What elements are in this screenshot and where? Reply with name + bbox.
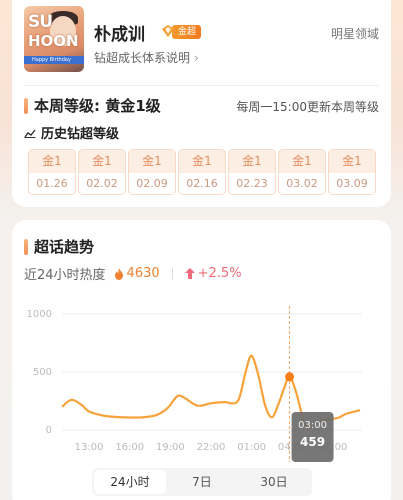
week-date: 02.23 <box>229 173 275 194</box>
week-date: 03.09 <box>329 173 375 194</box>
trend-title: 超话趋势 <box>34 238 95 256</box>
week-item[interactable]: 金1 01.26 <box>28 149 76 195</box>
trend-chart[interactable]: 1000500013:0016:0019:0022:0001:0004:0007… <box>12 300 391 470</box>
x-tick-label: 22:00 <box>197 442 226 453</box>
level-badge: 金超 <box>172 25 202 39</box>
week-date: 02.09 <box>129 173 175 194</box>
topic-trend-card: 超话趋势 近24小时热度 4630 +2.5% 1000 500 0 13:00 16:… <box>12 220 391 500</box>
accent-bar <box>24 97 28 114</box>
avatar-graphic-text: SU <box>28 12 53 32</box>
x-tick-label: 01:00 <box>237 442 266 453</box>
week-item[interactable]: 金1 02.02 <box>78 149 126 195</box>
star-name: 朴成训 <box>94 25 145 45</box>
week-level: 金1 <box>179 150 225 173</box>
week-level: 金1 <box>129 150 175 173</box>
history-heading: 历史钻超等级 <box>24 123 119 142</box>
arrow-up-icon <box>184 268 195 279</box>
growth-system-label: 钻超成长体系说明 <box>94 51 191 65</box>
week-item[interactable]: 金1 02.23 <box>228 149 276 195</box>
week-level: 金1 <box>29 150 75 173</box>
weekly-history-list: 金1 01.26 金1 02.02 金1 02.09 金1 02.16 金1 02.23 … <box>28 149 376 195</box>
divider <box>24 85 379 86</box>
growth-system-link[interactable]: 钻超成长体系说明 › <box>94 49 199 66</box>
week-item[interactable]: 金1 03.02 <box>278 149 326 195</box>
chevron-right-icon: › <box>194 50 199 65</box>
heat-label: 近24小时热度 <box>24 268 106 283</box>
y-tick-label: 0 <box>46 425 52 436</box>
week-level: 金1 <box>229 150 275 173</box>
highlight-point <box>285 372 295 382</box>
accent-bar <box>24 238 28 255</box>
heat-value: 4630 <box>126 266 160 281</box>
y-tick-label: 500 <box>33 367 52 378</box>
week-date: 02.02 <box>79 173 125 194</box>
star-domain-link[interactable]: 明星领域 <box>331 25 379 42</box>
tab-24h[interactable]: 24小时 <box>94 470 166 494</box>
week-item[interactable]: 金1 02.09 <box>128 149 176 195</box>
tooltip-time: 03:00 <box>298 420 327 431</box>
fire-icon <box>114 267 123 280</box>
week-date: 02.16 <box>179 173 225 194</box>
week-level: 金1 <box>279 150 325 173</box>
x-tick-label: 16:00 <box>115 442 144 453</box>
week-item[interactable]: 金1 02.16 <box>178 149 226 195</box>
weekly-level-label: 本周等级: 黄金1级 <box>34 97 161 115</box>
y-tick-label: 1000 <box>27 309 52 320</box>
week-date: 03.02 <box>279 173 325 194</box>
week-level: 金1 <box>79 150 125 173</box>
week-item[interactable]: 金1 03.09 <box>328 149 376 195</box>
trend-heading: 超话趋势 <box>24 236 94 257</box>
week-level: 金1 <box>329 150 375 173</box>
avatar[interactable]: SU HOON Happy Birthday <box>24 6 84 72</box>
weekly-level-heading: 本周等级: 黄金1级 <box>24 95 161 116</box>
week-date: 01.26 <box>29 173 75 194</box>
x-tick-label: 19:00 <box>156 442 185 453</box>
heat-change: +2.5% <box>197 266 242 281</box>
heat-summary: 近24小时热度 4630 +2.5% <box>24 264 242 283</box>
avatar-caption: Happy Birthday <box>32 57 71 63</box>
tab-30d[interactable]: 30日 <box>238 470 310 494</box>
update-note: 每周一15:00更新本周等级 <box>236 100 379 114</box>
tab-7d[interactable]: 7日 <box>166 470 238 494</box>
avatar-graphic-text: HOON <box>28 32 79 50</box>
x-tick-label: 13:00 <box>75 442 104 453</box>
divider <box>171 267 173 280</box>
star-info-card: SU HOON Happy Birthday 朴成训 金超 钻超成长体系说明 ›… <box>12 0 391 207</box>
history-title: 历史钻超等级 <box>41 127 120 142</box>
time-range-selector: 24小时 7日 30日 <box>92 468 312 496</box>
tooltip-value: 459 <box>300 435 325 449</box>
trend-chart-icon <box>24 129 36 138</box>
